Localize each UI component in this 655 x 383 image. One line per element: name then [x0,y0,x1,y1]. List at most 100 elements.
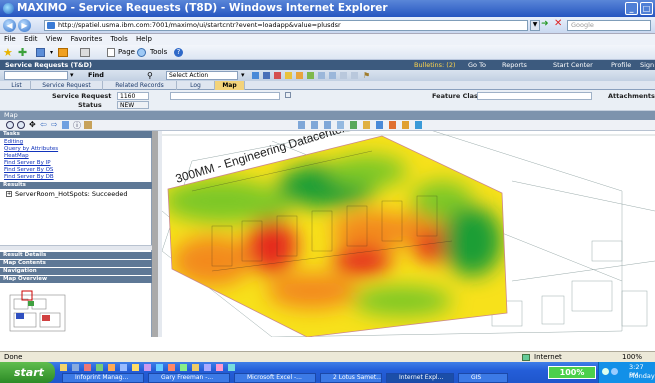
description-field[interactable] [170,92,280,100]
profile-link[interactable]: Profile [611,60,631,70]
task-heatmap[interactable]: HeatMap [4,153,29,159]
map-vertical-scrollbar[interactable] [158,131,162,337]
select-action-arrow-icon[interactable]: ▾ [241,70,245,81]
quick-launch-icon[interactable] [216,364,223,371]
menu-edit[interactable]: Edit [24,35,38,43]
forward-button[interactable]: ▶ [18,19,31,32]
save-icon[interactable] [263,72,270,79]
back-button[interactable]: ◀ [3,19,16,32]
favorites-star-icon[interactable]: ★ [3,45,13,60]
start-center-link[interactable]: Start Center [553,60,593,70]
tools-gear-icon[interactable] [137,48,146,57]
delete-icon[interactable] [274,72,281,79]
results-header[interactable]: Results [0,182,152,189]
zoom-level[interactable]: 100% [622,352,642,362]
identify-icon[interactable]: ⓘ [73,120,81,131]
menu-file[interactable]: File [4,35,16,43]
home-icon[interactable] [36,48,45,57]
pan-icon[interactable]: ✥ [29,120,36,129]
page-menu[interactable]: Page [118,45,135,60]
quick-launch-icon[interactable] [168,364,175,371]
select-feature-icon[interactable] [298,121,305,129]
binoculars-icon[interactable]: ⚲ [147,70,153,81]
map-overview-thumbnail[interactable] [2,285,150,335]
quick-launch-icon[interactable] [108,364,115,371]
zoom-in-icon[interactable] [6,121,14,129]
feeds-icon[interactable] [58,48,68,57]
quick-launch-icon[interactable] [132,364,139,371]
minimize-button[interactable]: _ [625,2,638,15]
task-lotus-sametime[interactable]: 2 Lotus Samet... [320,373,382,383]
task-excel[interactable]: Microsoft Excel -... [234,373,316,383]
feature-class-field[interactable] [477,92,592,100]
navigation-header[interactable]: Navigation [0,268,152,275]
task-internet-explorer[interactable]: Internet Expl... [386,373,454,383]
clear-selection-icon[interactable] [337,121,344,129]
route-icon[interactable] [285,72,292,79]
next-icon[interactable] [318,72,325,79]
tools-menu[interactable]: Tools [150,45,167,60]
battery-indicator[interactable]: 100% [548,366,596,379]
tab-related-records[interactable]: Related Records [103,81,177,90]
result-item[interactable]: ServerRoom_HotSpots: Succeeded [15,190,128,198]
select-rectangle-icon[interactable] [311,121,318,129]
link-record-icon[interactable] [389,121,396,129]
bulletin-icon[interactable] [296,72,303,79]
help-toolbar-icon[interactable] [351,72,358,79]
map-contents-header[interactable]: Map Contents [0,260,152,267]
address-dropdown-icon[interactable]: ▼ [530,20,540,31]
quick-launch-icon[interactable] [228,364,235,371]
result-details-header[interactable]: Result Details [0,252,152,259]
attachments-label[interactable]: Attachments [608,92,655,100]
tab-log[interactable]: Log [177,81,215,90]
full-extent-icon[interactable] [62,121,69,129]
menu-favorites[interactable]: Favorites [71,35,103,43]
forward-extent-icon[interactable]: ⇨ [51,120,58,129]
search-input[interactable]: Google [567,20,651,31]
quick-launch-icon[interactable] [192,364,199,371]
stop-icon[interactable]: ✕ [554,18,562,29]
tab-list[interactable]: List [3,81,31,90]
map-overview-header[interactable]: Map Overview [0,276,152,283]
quick-launch-icon[interactable] [180,364,187,371]
insert-icon[interactable] [252,72,259,79]
maximize-button[interactable]: □ [640,2,653,15]
highlight-icon[interactable] [402,121,409,129]
previous-icon[interactable] [307,72,314,79]
floor-plan-map[interactable]: 300MM - Engineering Datacenter [152,131,655,337]
quick-launch-icon[interactable] [72,364,79,371]
create-feature-icon[interactable] [350,121,357,129]
tab-map[interactable]: Map [215,81,245,90]
quick-launch-icon[interactable] [120,364,127,371]
quick-launch-icon[interactable] [84,364,91,371]
long-description-icon[interactable] [285,92,291,98]
view-icon[interactable] [329,72,336,79]
zoom-out-icon[interactable] [17,121,25,129]
expand-icon[interactable]: + [6,191,12,197]
select-action-dropdown[interactable]: Select Action [166,71,238,80]
task-gis[interactable]: GIS [458,373,508,383]
task-gary-freeman[interactable]: Gary Freeman -... [148,373,230,383]
start-button[interactable]: start [0,362,55,383]
add-favorite-icon[interactable]: ✚ [18,45,27,60]
quick-launch-icon[interactable] [60,364,67,371]
map-canvas[interactable]: 300MM - Engineering Datacenter [152,131,655,337]
find-dropdown-icon[interactable]: ▾ [70,70,74,81]
tray-icon[interactable] [611,368,618,375]
print-icon[interactable] [80,48,90,57]
tasks-header[interactable]: Tasks [0,131,152,138]
quick-launch-icon[interactable] [144,364,151,371]
task-find-server-os[interactable]: Find Server By OS [4,167,53,173]
page-menu-icon[interactable] [107,48,115,57]
menu-help[interactable]: Help [136,35,152,43]
measure-icon[interactable] [84,121,92,129]
task-find-server-ip[interactable]: Find Server By IP [4,160,51,166]
home-dropdown-icon[interactable]: ▾ [50,45,53,60]
tab-service-request[interactable]: Service Request [31,81,103,90]
quick-launch-icon[interactable] [204,364,211,371]
quick-launch-icon[interactable] [96,364,103,371]
back-extent-icon[interactable]: ⇦ [40,120,47,129]
find-input[interactable] [4,71,68,80]
refresh-map-icon[interactable] [415,121,422,129]
select-polygon-icon[interactable] [324,121,331,129]
